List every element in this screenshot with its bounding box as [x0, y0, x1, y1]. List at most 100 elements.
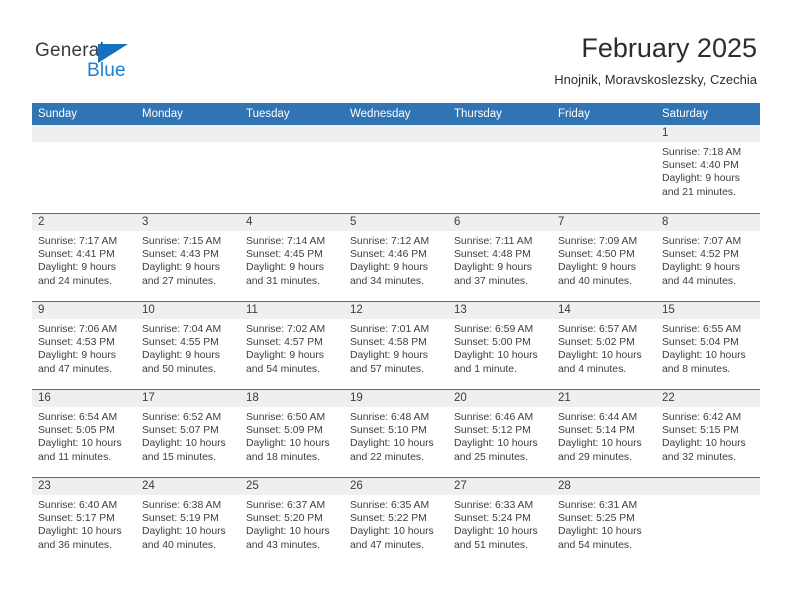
calendar-week-row: 1 Sunrise: 7:18 AM Sunset: 4:40 PM Daylight… — [32, 125, 760, 213]
day-number: 7 — [552, 214, 656, 231]
day-number — [656, 478, 760, 495]
calendar-day-cell[interactable]: 28 Sunrise: 6:31 AM Sunset: 5:25 PM Dayligh… — [552, 478, 656, 565]
calendar-day-cell[interactable]: 23 Sunrise: 6:40 AM Sunset: 5:17 PM Dayligh… — [32, 478, 136, 565]
calendar-day-cell[interactable]: 6 Sunrise: 7:11 AM Sunset: 4:48 PM Daylight… — [448, 214, 552, 301]
day-sunset-text: Sunset: 4:50 PM — [558, 249, 635, 261]
calendar-day-cell[interactable]: 17 Sunrise: 6:52 AM Sunset: 5:07 PM Dayligh… — [136, 390, 240, 477]
day-sunset-text: Sunset: 5:14 PM — [558, 425, 635, 437]
day-daylight-line-text: Daylight: 9 hours — [246, 262, 324, 274]
day-sun-info: Sunrise: 6:54 AM Sunset: 5:05 PM Daylight:… — [32, 407, 136, 464]
calendar-day-cell[interactable]: 7 Sunrise: 7:09 AM Sunset: 4:50 PM Daylight… — [552, 214, 656, 301]
day-sunrise-text: Sunrise: 6:48 AM — [350, 412, 430, 423]
day-daylight-line-text: Daylight: 10 hours — [662, 438, 746, 450]
day-sunrise-text: Sunrise: 7:17 AM — [38, 236, 118, 247]
day-sunset-text: Sunset: 4:43 PM — [142, 249, 219, 261]
day-number — [32, 125, 136, 142]
day-daylight-line-text: and 29 minutes. — [558, 451, 632, 463]
calendar-day-cell[interactable]: 10 Sunrise: 7:04 AM Sunset: 4:55 PM Dayligh… — [136, 302, 240, 389]
calendar-day-cell[interactable]: 9 Sunrise: 7:06 AM Sunset: 4:53 PM Daylight… — [32, 302, 136, 389]
calendar-day-cell[interactable]: 14 Sunrise: 6:57 AM Sunset: 5:02 PM Dayligh… — [552, 302, 656, 389]
day-daylight-line-text: and 21 minutes. — [662, 186, 736, 198]
day-sunset-text: Sunset: 4:53 PM — [38, 337, 115, 349]
day-sunset-text: Sunset: 5:17 PM — [38, 513, 115, 525]
day-daylight-line-text: and 1 minute. — [454, 363, 517, 375]
calendar-day-cell[interactable]: 16 Sunrise: 6:54 AM Sunset: 5:05 PM Dayligh… — [32, 390, 136, 477]
calendar-day-cell[interactable]: 19 Sunrise: 6:48 AM Sunset: 5:10 PM Dayligh… — [344, 390, 448, 477]
day-daylight-line-text: Daylight: 9 hours — [662, 173, 740, 185]
day-sun-info: Sunrise: 7:15 AM Sunset: 4:43 PM Daylight:… — [136, 231, 240, 288]
day-sunrise-text: Sunrise: 7:02 AM — [246, 324, 326, 335]
calendar-day-cell[interactable]: 25 Sunrise: 6:37 AM Sunset: 5:20 PM Dayligh… — [240, 478, 344, 565]
calendar-day-cell[interactable]: 13 Sunrise: 6:59 AM Sunset: 5:00 PM Dayligh… — [448, 302, 552, 389]
day-daylight-line-text: Daylight: 9 hours — [142, 262, 220, 274]
day-number: 10 — [136, 302, 240, 319]
day-daylight-line-text: and 11 minutes. — [38, 451, 112, 463]
calendar-day-cell[interactable]: 24 Sunrise: 6:38 AM Sunset: 5:19 PM Dayligh… — [136, 478, 240, 565]
day-daylight-line-text: and 37 minutes. — [454, 275, 528, 287]
generalblue-logo[interactable]: General Blue — [35, 40, 155, 84]
calendar-weeks: 1 Sunrise: 7:18 AM Sunset: 4:40 PM Daylight… — [32, 125, 760, 565]
logo-text-blue: Blue — [87, 60, 126, 81]
calendar-day-cell-empty — [136, 125, 240, 213]
calendar-day-cell[interactable]: 11 Sunrise: 7:02 AM Sunset: 4:57 PM Dayligh… — [240, 302, 344, 389]
calendar-day-cell[interactable]: 4 Sunrise: 7:14 AM Sunset: 4:45 PM Daylight… — [240, 214, 344, 301]
day-sunset-text: Sunset: 4:48 PM — [454, 249, 531, 261]
page-header: General Blue February 2025 Hnojnik, Mora… — [0, 0, 792, 103]
page-subtitle-location: Hnojnik, Moravskoslezsky, Czechia — [554, 72, 757, 87]
calendar-day-cell[interactable]: 2 Sunrise: 7:17 AM Sunset: 4:41 PM Daylight… — [32, 214, 136, 301]
calendar-day-cell[interactable]: 21 Sunrise: 6:44 AM Sunset: 5:14 PM Dayligh… — [552, 390, 656, 477]
day-sun-info: Sunrise: 6:31 AM Sunset: 5:25 PM Daylight:… — [552, 495, 656, 552]
calendar-day-cell[interactable]: 26 Sunrise: 6:35 AM Sunset: 5:22 PM Dayligh… — [344, 478, 448, 565]
day-number: 9 — [32, 302, 136, 319]
day-number: 23 — [32, 478, 136, 495]
day-number: 17 — [136, 390, 240, 407]
day-daylight-line-text: Daylight: 9 hours — [38, 262, 116, 274]
day-sunset-text: Sunset: 5:20 PM — [246, 513, 323, 525]
calendar-week-row: 23 Sunrise: 6:40 AM Sunset: 5:17 PM Dayligh… — [32, 477, 760, 565]
weekday-header-saturday: Saturday — [662, 108, 709, 120]
day-sun-info: Sunrise: 7:17 AM Sunset: 4:41 PM Daylight:… — [32, 231, 136, 288]
calendar-day-cell[interactable]: 18 Sunrise: 6:50 AM Sunset: 5:09 PM Dayligh… — [240, 390, 344, 477]
day-sunrise-text: Sunrise: 6:40 AM — [38, 500, 118, 511]
day-sunset-text: Sunset: 4:41 PM — [38, 249, 115, 261]
calendar-day-cell[interactable]: 27 Sunrise: 6:33 AM Sunset: 5:24 PM Dayligh… — [448, 478, 552, 565]
day-sunrise-text: Sunrise: 7:06 AM — [38, 324, 118, 335]
calendar-day-cell[interactable]: 22 Sunrise: 6:42 AM Sunset: 5:15 PM Dayligh… — [656, 390, 760, 477]
day-daylight-line-text: and 47 minutes. — [38, 363, 112, 375]
day-sunrise-text: Sunrise: 6:33 AM — [454, 500, 534, 511]
day-sun-info: Sunrise: 6:40 AM Sunset: 5:17 PM Daylight:… — [32, 495, 136, 552]
day-sunset-text: Sunset: 5:09 PM — [246, 425, 323, 437]
day-daylight-line-text: Daylight: 10 hours — [246, 526, 330, 538]
day-daylight-line-text: and 57 minutes. — [350, 363, 424, 375]
calendar-day-cell-empty — [656, 478, 760, 565]
day-sunset-text: Sunset: 4:40 PM — [662, 160, 739, 172]
day-sun-info: Sunrise: 7:18 AM Sunset: 4:40 PM Daylight:… — [656, 142, 760, 199]
calendar-day-cell[interactable]: 3 Sunrise: 7:15 AM Sunset: 4:43 PM Daylight… — [136, 214, 240, 301]
calendar-day-cell[interactable]: 12 Sunrise: 7:01 AM Sunset: 4:58 PM Dayligh… — [344, 302, 448, 389]
day-daylight-line-text: Daylight: 9 hours — [246, 350, 324, 362]
day-daylight-line-text: and 4 minutes. — [558, 363, 627, 375]
day-daylight-line-text: Daylight: 10 hours — [38, 526, 122, 538]
calendar-day-cell[interactable]: 1 Sunrise: 7:18 AM Sunset: 4:40 PM Daylight… — [656, 125, 760, 213]
day-sunset-text: Sunset: 5:04 PM — [662, 337, 739, 349]
day-sunrise-text: Sunrise: 6:54 AM — [38, 412, 118, 423]
day-daylight-line-text: and 32 minutes. — [662, 451, 736, 463]
calendar-day-cell[interactable]: 8 Sunrise: 7:07 AM Sunset: 4:52 PM Daylight… — [656, 214, 760, 301]
day-daylight-line-text: Daylight: 9 hours — [350, 262, 428, 274]
day-daylight-line-text: and 51 minutes. — [454, 539, 528, 551]
day-daylight-line-text: Daylight: 9 hours — [350, 350, 428, 362]
calendar-page: General Blue February 2025 Hnojnik, Mora… — [0, 0, 792, 612]
day-daylight-line-text: Daylight: 10 hours — [142, 438, 226, 450]
day-daylight-line-text: and 40 minutes. — [558, 275, 632, 287]
day-sunrise-text: Sunrise: 6:55 AM — [662, 324, 742, 335]
day-sun-info: Sunrise: 6:37 AM Sunset: 5:20 PM Daylight:… — [240, 495, 344, 552]
day-sunset-text: Sunset: 5:24 PM — [454, 513, 531, 525]
calendar-day-cell-empty — [240, 125, 344, 213]
calendar-day-cell[interactable]: 5 Sunrise: 7:12 AM Sunset: 4:46 PM Daylight… — [344, 214, 448, 301]
day-sun-info: Sunrise: 6:52 AM Sunset: 5:07 PM Daylight:… — [136, 407, 240, 464]
day-number: 5 — [344, 214, 448, 231]
calendar-day-cell[interactable]: 15 Sunrise: 6:55 AM Sunset: 5:04 PM Dayligh… — [656, 302, 760, 389]
weekday-header-friday: Friday — [558, 108, 590, 120]
calendar-day-cell-empty — [32, 125, 136, 213]
calendar-day-cell[interactable]: 20 Sunrise: 6:46 AM Sunset: 5:12 PM Dayligh… — [448, 390, 552, 477]
